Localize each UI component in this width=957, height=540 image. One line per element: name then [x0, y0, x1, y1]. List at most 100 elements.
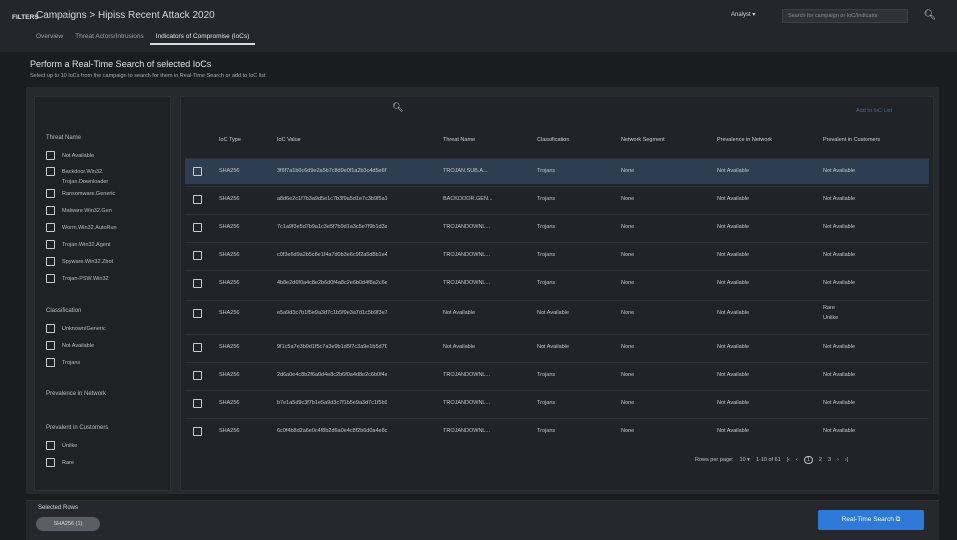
checkbox[interactable] — [46, 274, 55, 283]
checkbox[interactable] — [46, 257, 55, 266]
checkbox[interactable] — [46, 151, 55, 160]
filters-reset-link[interactable]: Reset — [56, 14, 72, 20]
row-checkbox[interactable] — [193, 167, 202, 176]
table-cell: None — [621, 252, 635, 258]
tab-overview[interactable]: Overview — [30, 31, 69, 45]
table-cell: None — [621, 224, 635, 230]
table-row[interactable]: SHA256 4b8e2d6f0a4c8e2b6d0f4a8c2e6b0d4f8a… — [185, 270, 929, 296]
table-row[interactable]: SHA256 7c1a9f3e5d7b9a1c3e5f7b9d1a3c5e7f9b… — [185, 214, 929, 240]
filter-option[interactable]: Not Available — [46, 341, 94, 350]
table-cell: TROJANDOWNL... — [443, 428, 491, 434]
checkbox[interactable] — [46, 206, 55, 215]
table-row[interactable]: SHA256 6c0f4b8d2a6e0c4f8b2d6a0e4c8f2b6d0a… — [185, 418, 929, 444]
table-cell: Not Available — [717, 168, 750, 174]
row-checkbox[interactable] — [193, 427, 202, 436]
tab-threat-actors[interactable]: Threat Actors/Intrusions — [69, 31, 150, 45]
tab-iocs[interactable]: Indicators of Compromise (IoCs) — [149, 31, 256, 45]
add-to-list-link[interactable]: Add to IoC List — [856, 108, 892, 114]
table-cell: Not Available — [823, 372, 856, 378]
next-page-button[interactable]: › — [837, 457, 839, 463]
table-cell: Not Available — [823, 400, 856, 406]
filter-group-title: Prevalent in Customers — [46, 425, 109, 431]
filter-option[interactable]: Trojan-PSW.Win32 — [46, 274, 109, 283]
table-cell: Trojans — [537, 280, 556, 286]
filter-option[interactable]: Trojans — [46, 358, 80, 367]
row-checkbox[interactable] — [193, 195, 202, 204]
table-row[interactable]: SHA256 3f6f7a1b0c6d9e2a5b7c8d9e0f1a2b3c4d… — [185, 158, 929, 184]
checkbox[interactable] — [46, 240, 55, 249]
table-cell: SHA256 — [219, 400, 240, 406]
global-search-input[interactable]: Search for campaign or IoC/Indicator — [782, 9, 908, 23]
table-cell: TROJANDOWNL... — [443, 400, 491, 406]
checkbox[interactable] — [46, 441, 55, 450]
search-icon[interactable]: 🔍︎ — [392, 102, 403, 113]
row-checkbox[interactable] — [193, 279, 202, 288]
filter-option[interactable]: Unknown/Generic — [46, 324, 106, 333]
selected-ioc-chip[interactable]: SHA256 (1) — [36, 517, 100, 531]
checkbox[interactable] — [46, 358, 55, 367]
filter-option[interactable]: Ransomware.Generic — [46, 189, 115, 198]
table-row[interactable]: SHA256 c0f3e6d9a2b5c8e1f4a7d0b3e6c9f2a5d8… — [185, 242, 929, 268]
checkbox[interactable] — [46, 341, 55, 350]
prev-page-button[interactable]: ‹ — [796, 457, 798, 463]
rows-per-page-select[interactable]: 10 ▾ — [740, 457, 750, 463]
row-checkbox[interactable] — [193, 343, 202, 352]
table-cell: None — [621, 196, 635, 202]
table-cell: Unlike — [823, 315, 839, 321]
page-button[interactable]: 1 — [803, 456, 813, 464]
search-icon[interactable]: 🔍︎ — [920, 8, 940, 24]
page-button[interactable]: 2 — [819, 457, 822, 463]
row-checkbox[interactable] — [193, 223, 202, 232]
table-cell: Not Available — [717, 344, 750, 350]
filter-option[interactable]: Backdoor.Win32. — [46, 167, 104, 176]
section-title: Perform a Real-Time Search of selected I… — [30, 59, 212, 69]
table-cell: Not Available — [717, 428, 750, 434]
row-checkbox[interactable] — [193, 399, 202, 408]
column-header[interactable]: Prevalent in Customers — [823, 137, 880, 143]
table-cell: e5a9d3c7b1f5e9a3d7c1b5f9e3a7d1c5b9f3e7a — [277, 310, 387, 316]
filter-option[interactable]: Not Available — [46, 151, 94, 160]
table-row[interactable]: SHA256 2d6a0e4c8b2f6a0d4e8c2b6f0a4d8e2c6b… — [185, 362, 929, 388]
column-header[interactable]: Network Segment — [621, 137, 665, 143]
filter-option[interactable]: Malware.Win32.Gen — [46, 206, 112, 215]
filter-option[interactable]: Unlike — [46, 441, 77, 450]
table-cell: Not Available — [823, 280, 856, 286]
checkbox[interactable] — [46, 167, 55, 176]
checkbox[interactable] — [46, 223, 55, 232]
table-row[interactable]: SHA256 9f1c5a7e3b9d1f5c7a3e9b1d5f7c3a9e1b… — [185, 334, 929, 360]
checkbox[interactable] — [46, 324, 55, 333]
checkbox[interactable] — [46, 458, 55, 467]
filter-option[interactable]: Rare — [46, 458, 74, 467]
filter-group-title[interactable]: Prevalence in Network — [46, 391, 106, 397]
footer-bar — [26, 500, 939, 540]
table-row[interactable]: SHA256 b7e1a5d9c3f7b1e5a9d3c7f1b5e9a3d7c1… — [185, 390, 929, 416]
filter-option[interactable]: Trojan.Win32.Agent — [46, 240, 110, 249]
table-cell: None — [621, 310, 635, 316]
table-cell: 4b8e2d6f0a4c8e2b6d0f4a8c2e6b0d4f8a2c6e0 — [277, 280, 387, 286]
table-cell: TROJANDOWNL... — [443, 252, 491, 258]
table-cell: Not Available — [717, 372, 750, 378]
column-header[interactable]: IoC Value — [277, 137, 301, 143]
row-checkbox[interactable] — [193, 251, 202, 260]
table-row[interactable]: SHA256 a8d6e2c1f7b3a9d5e1c7b3f9a5d1e7c3b9… — [185, 186, 929, 212]
filter-option[interactable]: Worm.Win32.AutoRun — [46, 223, 117, 232]
column-header[interactable]: Prevalence in Network — [717, 137, 772, 143]
table-cell: a8d6e2c1f7b3a9d5e1c7b3f9a5d1e7c3b9f5a1d — [277, 196, 387, 202]
table-cell: SHA256 — [219, 344, 240, 350]
first-page-button[interactable]: |‹ — [787, 457, 790, 463]
column-header[interactable]: IoC Type — [219, 137, 241, 143]
row-checkbox[interactable] — [193, 371, 202, 380]
external-link-icon: ⧉ — [895, 516, 901, 523]
column-header[interactable]: Classification — [537, 137, 569, 143]
role-dropdown[interactable]: Analyst ▾ — [731, 11, 755, 18]
table-cell: Not Available — [717, 224, 750, 230]
last-page-button[interactable]: ›| — [845, 457, 848, 463]
filter-option[interactable]: Trojan.Downloader — [46, 177, 108, 186]
filter-option[interactable]: Spyware.Win32.Zbot — [46, 257, 113, 266]
page-button[interactable]: 3 — [828, 457, 831, 463]
column-header[interactable]: Threat Name — [443, 137, 475, 143]
checkbox[interactable] — [46, 189, 55, 198]
row-checkbox[interactable] — [193, 309, 202, 318]
real-time-search-button[interactable]: Real-Time Search ⧉ — [818, 510, 924, 530]
table-row[interactable]: SHA256 e5a9d3c7b1f5e9a3d7c1b5f9e3a7d1c5b9… — [185, 300, 929, 326]
